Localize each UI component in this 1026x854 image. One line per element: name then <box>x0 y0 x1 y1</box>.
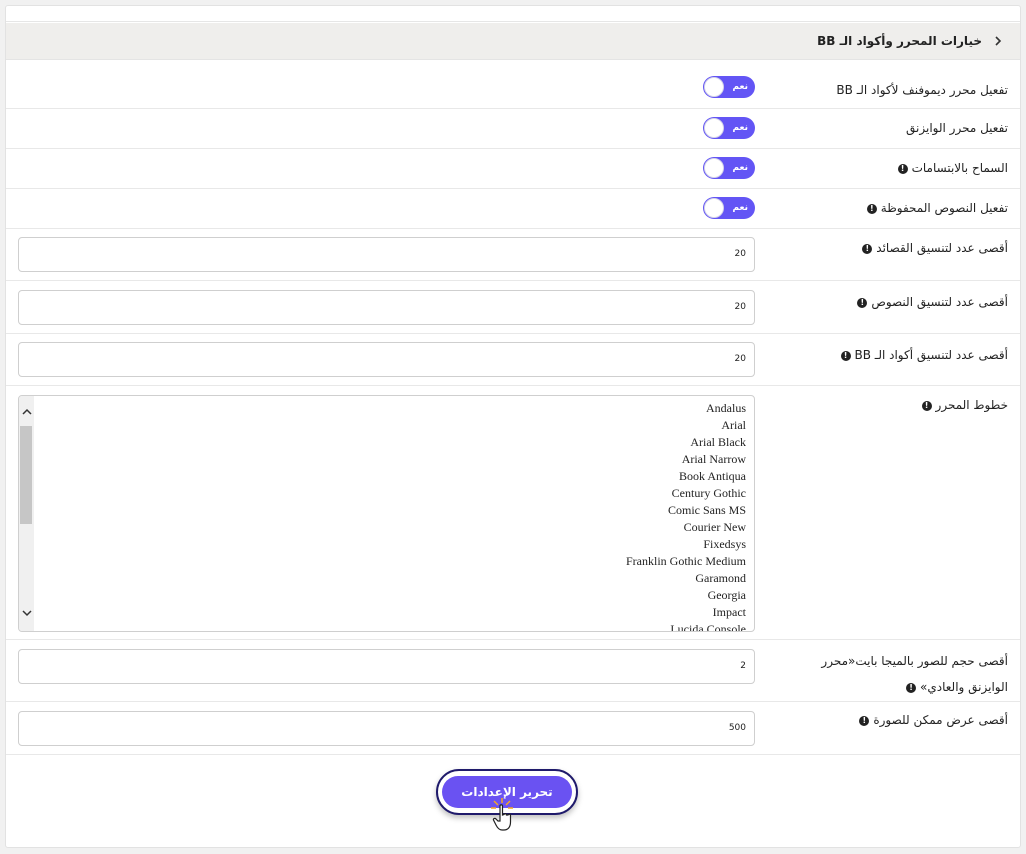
max-image-size-input[interactable]: 2 <box>18 649 755 684</box>
row-smilies: السماح بالابتسامات! نعم <box>6 149 1020 189</box>
row-max-image-width: أقصى عرض ممكن للصورة! 500 <box>6 702 1020 755</box>
row-label: تفعيل النصوص المحفوظة! <box>758 195 1008 221</box>
row-label: خطوط المحرر! <box>758 392 1008 418</box>
section-title: خيارات المحرر وأكواد الـ BB <box>817 34 982 48</box>
info-icon[interactable]: ! <box>857 297 868 308</box>
row-label: تفعيل محرر ديموفنف لأكواد الـ BB <box>836 83 1008 97</box>
row-saved-text: تفعيل النصوص المحفوظة! نعم <box>6 189 1020 229</box>
row-max-image-size: أقصى حجم للصور بالميجا بايت«محرر الوايزن… <box>6 640 1020 702</box>
list-item[interactable]: Impact <box>626 604 746 621</box>
row-label: أقصى عرض ممكن للصورة! <box>758 707 1008 733</box>
scrollbar-thumb[interactable] <box>20 426 32 524</box>
list-item[interactable]: Fixedsys <box>626 536 746 553</box>
row-label: أقصى عدد لتنسيق القصائد! <box>758 235 1008 261</box>
row-max-texts: أقصى عدد لتنسيق النصوص! 20 <box>6 281 1020 334</box>
max-bb-input[interactable]: 20 <box>18 342 755 377</box>
chevron-up-icon[interactable] <box>19 404 34 420</box>
info-icon[interactable]: ! <box>897 163 908 174</box>
section-header[interactable]: خيارات المحرر وأكواد الـ BB <box>6 23 1020 60</box>
toggle-knob <box>704 118 724 138</box>
max-texts-input[interactable]: 20 <box>18 290 755 325</box>
list-item[interactable]: Andalus <box>626 400 746 417</box>
toggle-knob <box>704 198 724 218</box>
info-icon[interactable]: ! <box>859 715 870 726</box>
info-icon[interactable]: ! <box>866 203 877 214</box>
saved-text-toggle[interactable]: نعم <box>703 197 755 219</box>
info-icon[interactable]: ! <box>921 400 932 411</box>
row-wysiwyg-editor: تفعيل محرر الوايزنق نعم <box>6 109 1020 149</box>
row-label: أقصى عدد لتنسيق النصوص! <box>758 289 1008 315</box>
info-icon[interactable]: ! <box>906 682 917 693</box>
max-poems-input[interactable]: 20 <box>18 237 755 272</box>
row-label: السماح بالابتسامات! <box>758 155 1008 181</box>
toggle-knob <box>704 158 724 178</box>
list-item[interactable]: Garamond <box>626 570 746 587</box>
row-label: تفعيل محرر الوايزنق <box>906 121 1008 135</box>
row-max-bb: أقصى عدد لتنسيق أكواد الـ BB! 20 <box>6 334 1020 386</box>
toggle-knob <box>704 77 724 97</box>
toggle-label: نعم <box>732 82 748 92</box>
smilies-toggle[interactable]: نعم <box>703 157 755 179</box>
row-label: أقصى حجم للصور بالميجا بايت«محرر الوايزن… <box>821 654 1008 694</box>
editor-fonts-listbox[interactable]: Andalus Arial Arial Black Arial Narrow B… <box>18 395 755 632</box>
list-item[interactable]: Georgia <box>626 587 746 604</box>
list-item[interactable]: Book Antiqua <box>626 468 746 485</box>
listbox-scrollbar[interactable] <box>19 396 34 631</box>
top-divider <box>6 6 1020 22</box>
chevron-down-icon[interactable] <box>19 605 34 621</box>
toggle-label: نعم <box>732 203 748 213</box>
list-item[interactable]: Franklin Gothic Medium <box>626 553 746 570</box>
list-item[interactable]: Arial <box>626 417 746 434</box>
list-item[interactable]: Arial Narrow <box>626 451 746 468</box>
toggle-label: نعم <box>732 163 748 173</box>
chevron-right-icon[interactable] <box>990 33 1006 49</box>
settings-panel: خيارات المحرر وأكواد الـ BB تفعيل محرر د… <box>5 5 1021 848</box>
toggle-label: نعم <box>732 123 748 133</box>
list-item[interactable]: Comic Sans MS <box>626 502 746 519</box>
info-icon[interactable]: ! <box>862 243 873 254</box>
fonts-list: Andalus Arial Arial Black Arial Narrow B… <box>626 400 746 631</box>
demofnf-editor-toggle[interactable]: نعم <box>703 76 755 98</box>
list-item[interactable]: Lucida Console <box>626 621 746 631</box>
list-item[interactable]: Courier New <box>626 519 746 536</box>
list-item[interactable]: Arial Black <box>626 434 746 451</box>
info-icon[interactable]: ! <box>840 350 851 361</box>
wysiwyg-editor-toggle[interactable]: نعم <box>703 117 755 139</box>
max-image-width-input[interactable]: 500 <box>18 711 755 746</box>
row-demofnf-editor: تفعيل محرر ديموفنف لأكواد الـ BB نعم <box>6 61 1020 109</box>
list-item[interactable]: Century Gothic <box>626 485 746 502</box>
hand-cursor-icon <box>491 798 513 831</box>
row-label: أقصى عدد لتنسيق أكواد الـ BB! <box>758 342 1008 368</box>
row-max-poems: أقصى عدد لتنسيق القصائد! 20 <box>6 229 1020 281</box>
